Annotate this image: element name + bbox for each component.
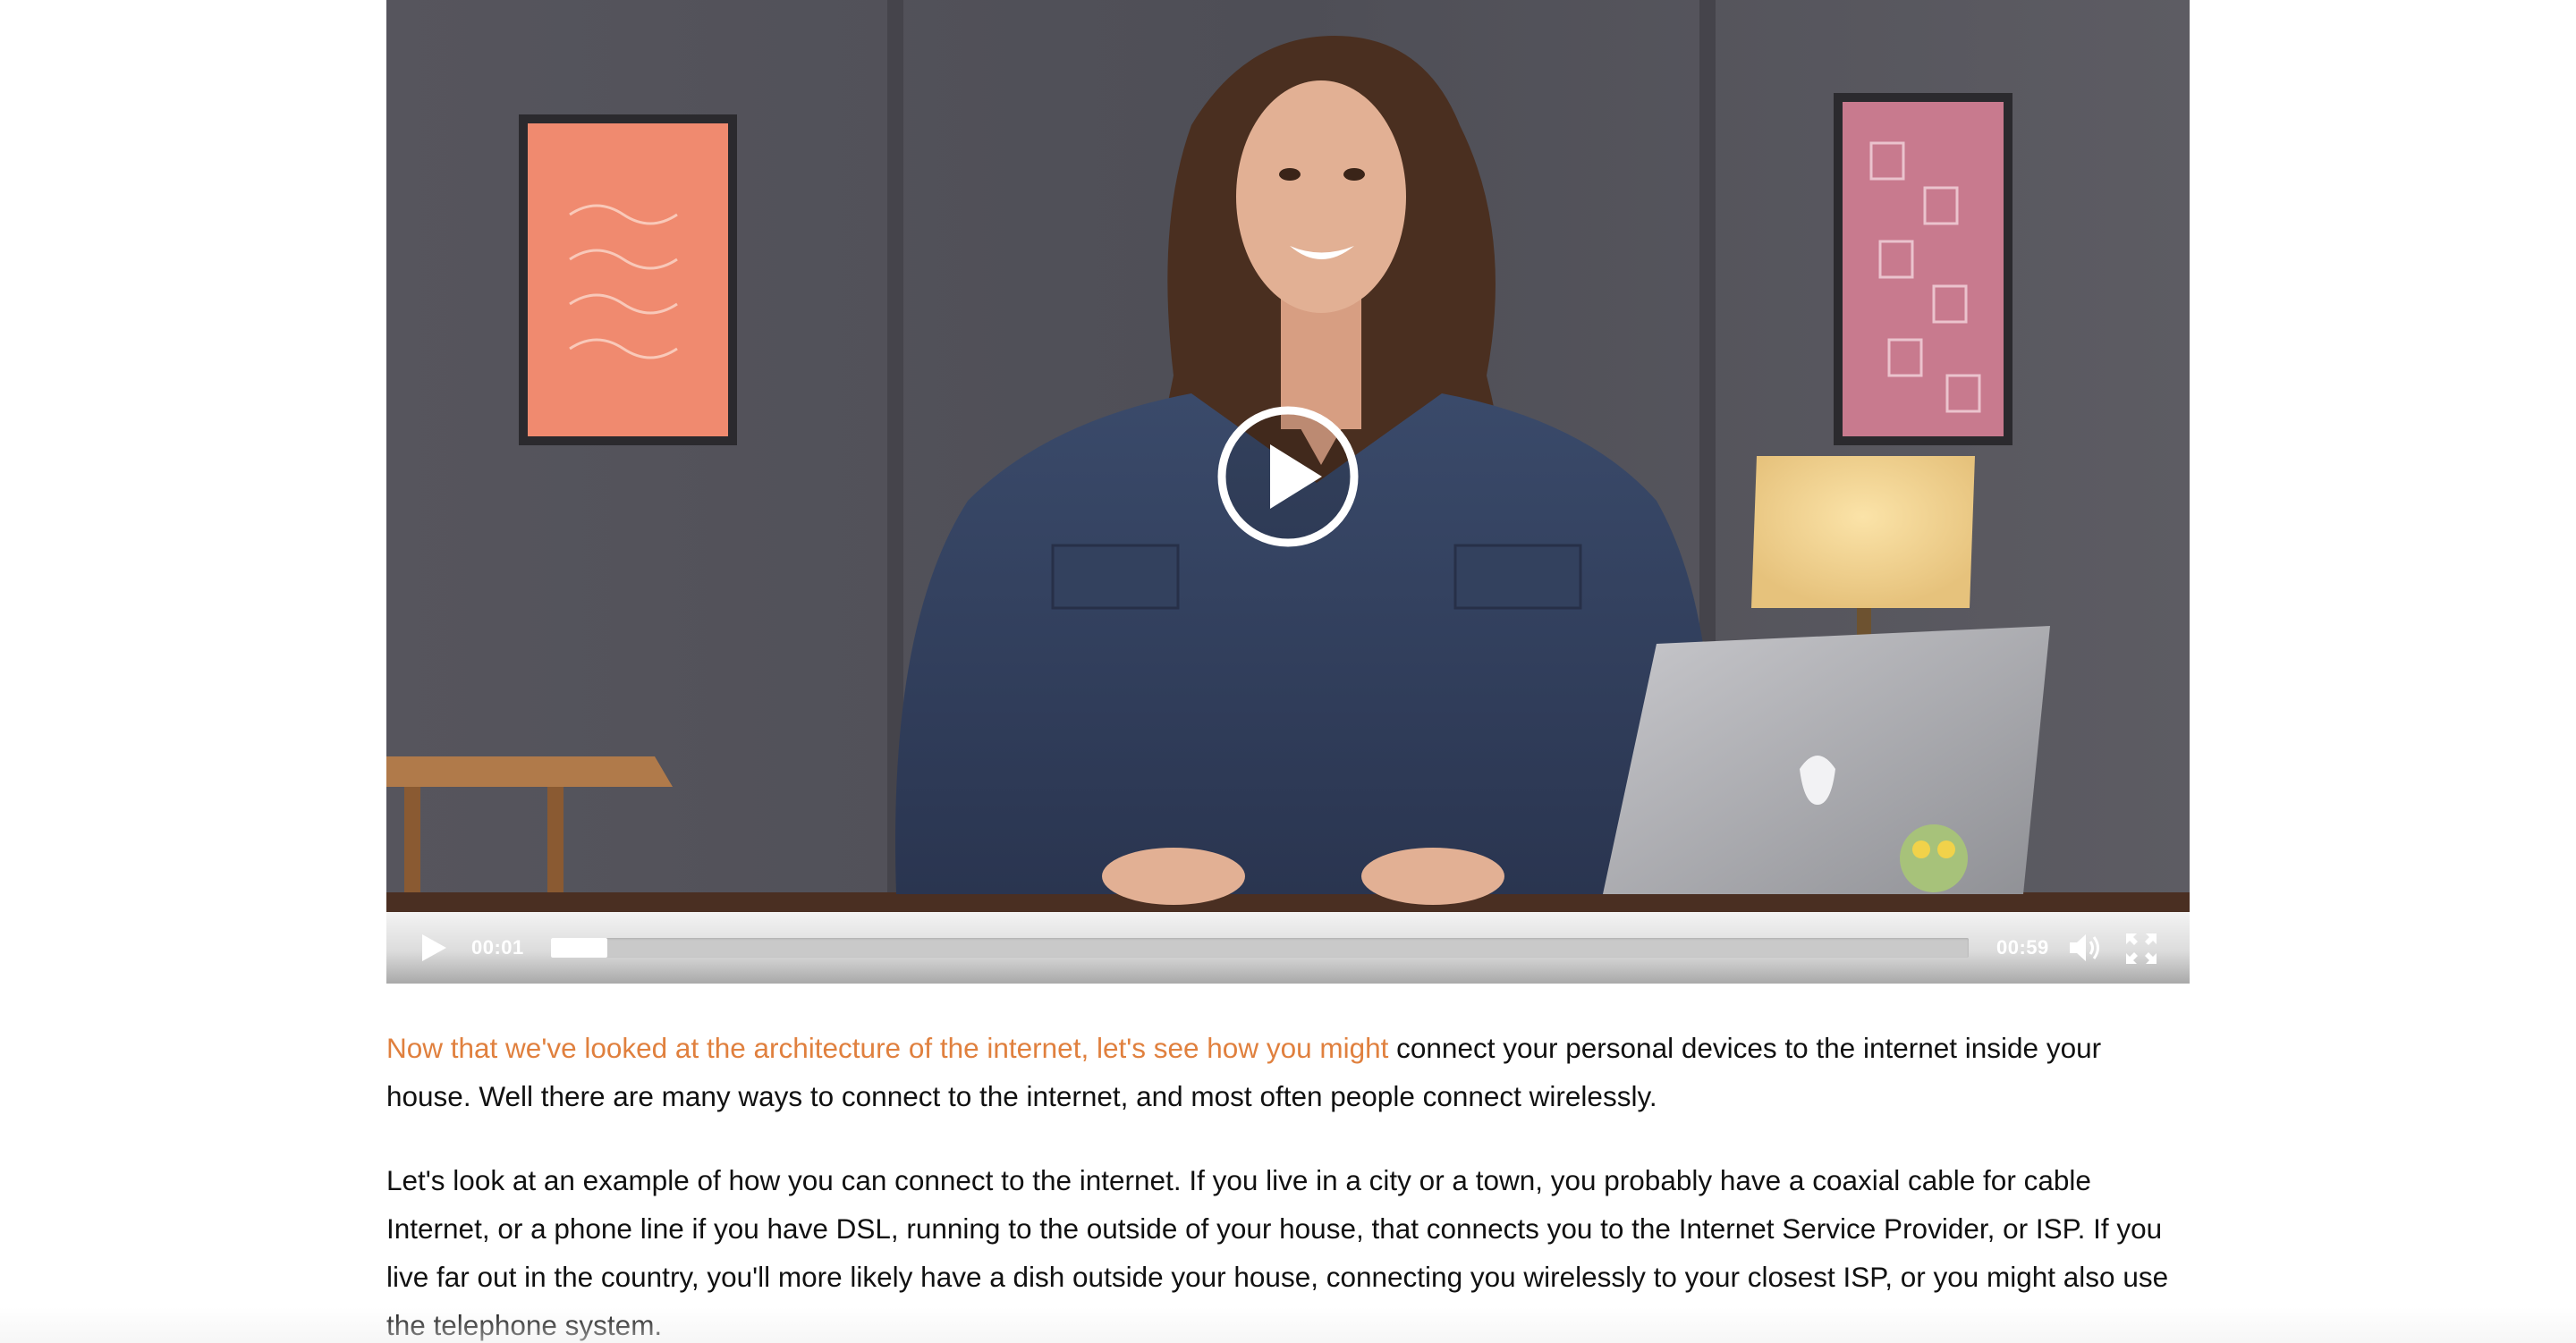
fullscreen-button[interactable] <box>2124 932 2158 966</box>
transcript-paragraph: Now that we've looked at the architectur… <box>386 1024 2190 1120</box>
play-button[interactable] <box>419 932 449 964</box>
transcript-highlight[interactable]: Now that we've looked at the architectur… <box>386 1032 1388 1064</box>
transcript-paragraph[interactable]: Let's look at an example of how you can … <box>386 1156 2190 1343</box>
volume-icon <box>2070 934 2099 961</box>
play-circle-icon <box>1217 406 1359 547</box>
duration: 00:59 <box>1996 936 2049 959</box>
progress-bar[interactable] <box>551 938 1969 958</box>
big-play-button[interactable] <box>1216 405 1360 548</box>
page: 00:01 00:59 Now that we've looked at the… <box>0 0 2576 1343</box>
volume-button[interactable] <box>2067 932 2103 964</box>
fullscreen-icon <box>2126 933 2157 964</box>
progress-played <box>551 938 608 958</box>
video-controls-bar: 00:01 00:59 <box>386 912 2190 984</box>
play-icon <box>422 934 446 961</box>
current-time: 00:01 <box>471 936 524 959</box>
transcript: Now that we've looked at the architectur… <box>386 1024 2190 1343</box>
video-player[interactable]: 00:01 00:59 <box>386 0 2190 984</box>
video-frame[interactable] <box>386 0 2190 912</box>
